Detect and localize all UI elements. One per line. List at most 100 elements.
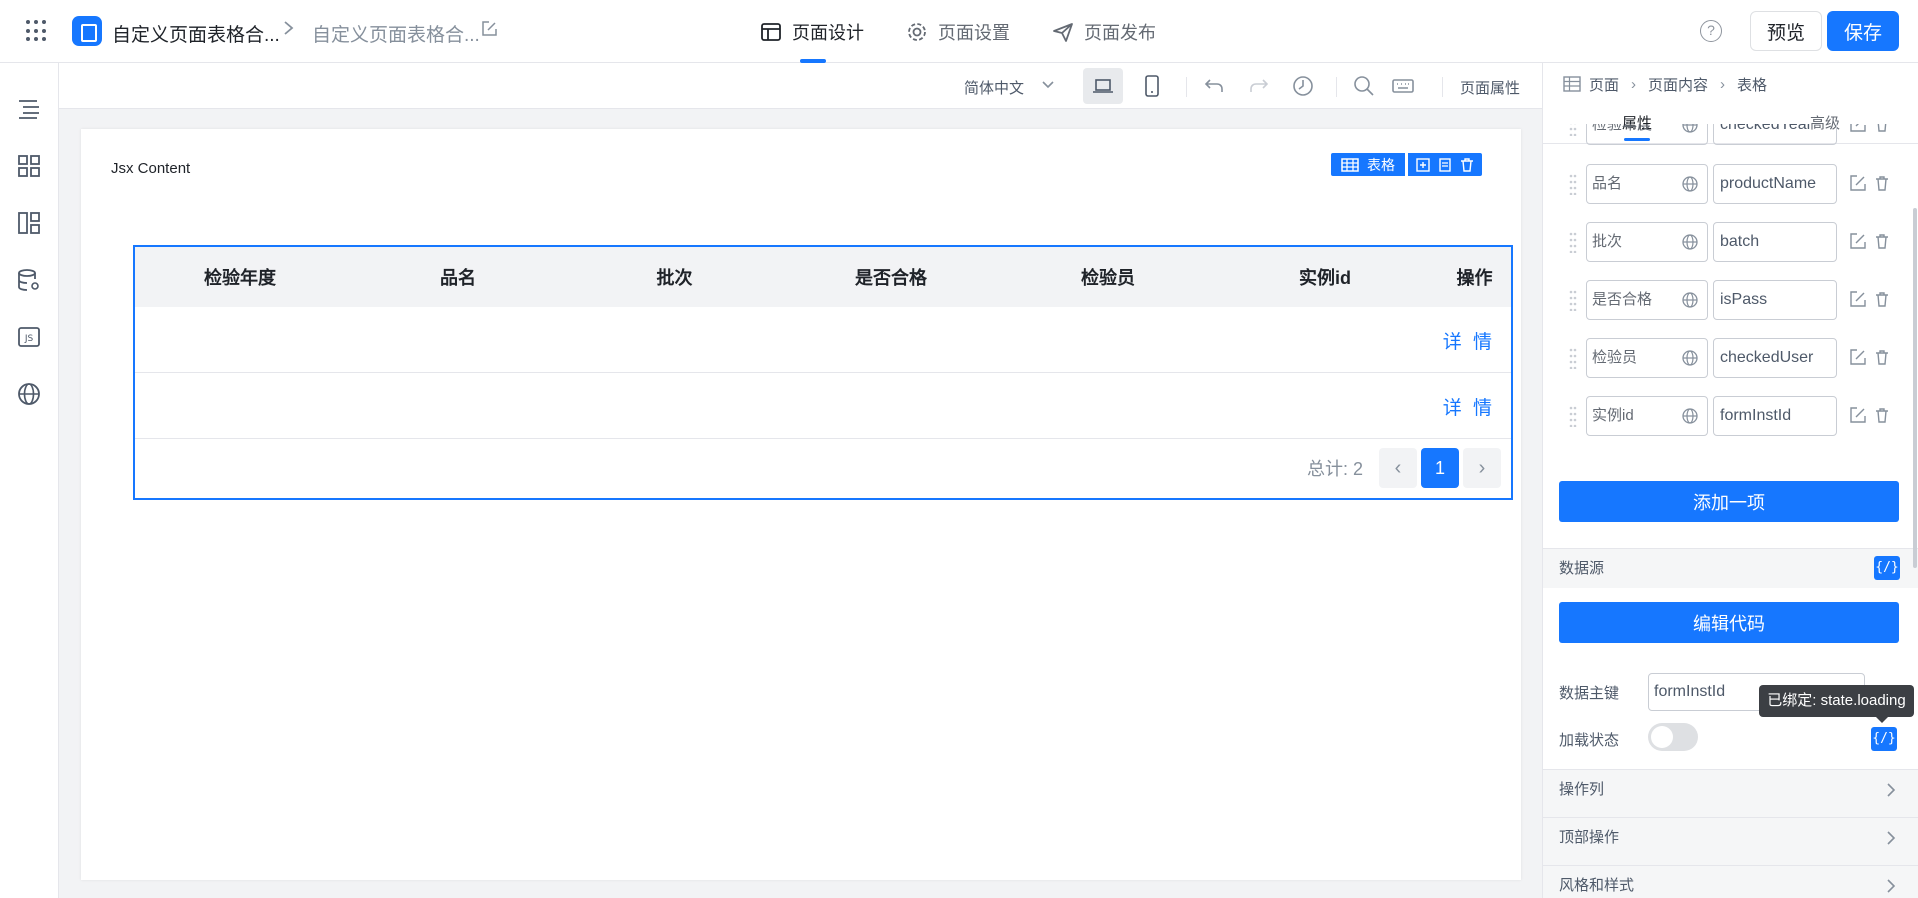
undo-button[interactable] [1194, 68, 1234, 104]
tab-label: 页面设置 [938, 22, 1010, 43]
component-name-tag[interactable]: 表格 [1331, 153, 1405, 176]
column-label-input[interactable]: 是否合格 [1586, 280, 1708, 320]
section-title: 数据源 [1559, 560, 1605, 577]
edit-icon[interactable] [1849, 232, 1867, 250]
code-binding-icon[interactable]: {/} [1874, 556, 1900, 580]
globe-icon[interactable] [16, 381, 42, 407]
loading-toggle[interactable] [1648, 723, 1698, 751]
delete-icon[interactable] [1873, 406, 1891, 424]
column-key-input[interactable]: checkedUser [1713, 338, 1837, 378]
globe-icon[interactable] [1681, 349, 1699, 367]
panel-scrollbar[interactable] [1913, 208, 1917, 568]
data-source-section: 数据源 [1543, 548, 1918, 588]
breadcrumb-item[interactable]: 页面 [1589, 74, 1619, 95]
column-label-input[interactable]: 品名 [1586, 164, 1708, 204]
tab-page-publish[interactable]: 页面发布 [1052, 0, 1156, 63]
mobile-view-button[interactable] [1132, 68, 1172, 104]
edit-icon[interactable] [1849, 406, 1867, 424]
drag-handle-icon[interactable] [1569, 231, 1577, 253]
column-label-input[interactable]: 批次 [1586, 222, 1708, 262]
tab-label: 页面发布 [1084, 22, 1156, 43]
column-key-input[interactable]: formInstId [1713, 396, 1837, 436]
section-action-column[interactable]: 操作列 [1543, 769, 1918, 817]
history-button[interactable] [1283, 68, 1323, 104]
app-title[interactable]: 自定义页面表格合... [112, 20, 280, 47]
search-button[interactable] [1344, 68, 1384, 104]
js-code-icon[interactable]: JS [16, 324, 42, 350]
table-icon [1563, 76, 1581, 92]
chevron-right-icon [1887, 831, 1896, 845]
edit-icon[interactable] [1849, 348, 1867, 366]
column-header: 品名 [440, 268, 476, 288]
keyboard-icon [1392, 79, 1414, 93]
design-canvas: 简体中文 页面属性 检验年度 品名 批次 是否合格 检验员 实例id 操作 详 … [59, 63, 1542, 898]
canvas-toolbar: 简体中文 页面属性 [59, 63, 1542, 109]
app-switcher-icon[interactable] [26, 20, 48, 42]
page-title[interactable]: 自定义页面表格合... [312, 20, 480, 47]
preview-button[interactable]: 预览 [1750, 11, 1822, 51]
column-label: 实例id [1592, 407, 1634, 424]
edit-icon[interactable] [1849, 174, 1867, 192]
column-key-input[interactable]: batch [1713, 222, 1837, 262]
column-key-input[interactable]: isPass [1713, 280, 1837, 320]
chevron-right-icon [1887, 879, 1896, 893]
drag-handle-icon[interactable] [1569, 347, 1577, 369]
page-properties-button[interactable]: 页面属性 [1460, 77, 1520, 98]
chevron-down-icon[interactable] [1040, 75, 1056, 95]
globe-icon[interactable] [1681, 233, 1699, 251]
next-page-button[interactable]: › [1463, 448, 1501, 488]
page-frame: 检验年度 品名 批次 是否合格 检验员 实例id 操作 详 情 详 情 总计: … [81, 129, 1521, 880]
delete-icon[interactable] [1873, 232, 1891, 250]
column-key-input[interactable]: productName [1713, 164, 1837, 204]
section-title: 顶部操作 [1559, 829, 1620, 846]
detail-link[interactable]: 详 情 [1443, 393, 1495, 420]
keyboard-button[interactable] [1383, 68, 1423, 104]
components-grid-icon[interactable] [16, 153, 42, 179]
section-title: 操作列 [1559, 781, 1605, 798]
help-icon[interactable]: ? [1700, 20, 1722, 42]
jsx-content-label: Jsx Content [111, 160, 191, 177]
code-binding-icon[interactable]: {/} [1871, 727, 1897, 751]
globe-icon[interactable] [1681, 407, 1699, 425]
detail-link[interactable]: 详 情 [1443, 327, 1495, 354]
app-logo [72, 16, 102, 46]
add-item-button[interactable]: 添加一项 [1559, 481, 1899, 522]
edit-code-button[interactable]: 编辑代码 [1559, 602, 1899, 643]
edit-icon[interactable] [1849, 290, 1867, 308]
tab-page-design[interactable]: 页面设计 [760, 0, 864, 63]
delete-icon[interactable] [1873, 174, 1891, 192]
delete-icon[interactable] [1873, 348, 1891, 366]
drag-handle-icon[interactable] [1569, 173, 1577, 195]
drag-handle-icon[interactable] [1569, 405, 1577, 427]
breadcrumb-item[interactable]: 页面内容 [1648, 74, 1708, 95]
table-component[interactable]: 检验年度 品名 批次 是否合格 检验员 实例id 操作 详 情 详 情 总计: … [133, 245, 1513, 500]
page-number-button[interactable]: 1 [1421, 448, 1459, 488]
edit-title-icon[interactable] [480, 20, 498, 38]
column-label-input[interactable]: 实例id [1586, 396, 1708, 436]
data-source-icon[interactable] [16, 267, 42, 293]
globe-icon[interactable] [1681, 175, 1699, 193]
language-select[interactable]: 简体中文 [964, 77, 1024, 98]
desktop-view-button[interactable] [1083, 68, 1123, 104]
tab-label: 页面设计 [792, 22, 864, 43]
drag-handle-icon[interactable] [1569, 289, 1577, 311]
component-tag: 表格 [1331, 153, 1482, 176]
toolbar-divider [1336, 77, 1337, 97]
toolbar-divider [1442, 77, 1443, 97]
section-style[interactable]: 风格和样式 [1543, 865, 1918, 898]
gear-icon [908, 22, 926, 41]
svg-text:JS: JS [24, 334, 34, 344]
add-child-icon[interactable] [1414, 156, 1432, 174]
outline-tree-icon[interactable] [16, 96, 42, 122]
delete-icon[interactable] [1458, 156, 1476, 174]
globe-icon[interactable] [1681, 291, 1699, 309]
prev-page-button[interactable]: ‹ [1379, 448, 1417, 488]
save-button[interactable]: 保存 [1827, 11, 1899, 51]
section-top-actions[interactable]: 顶部操作 [1543, 817, 1918, 865]
delete-icon[interactable] [1873, 290, 1891, 308]
column-label-input[interactable]: 检验员 [1586, 338, 1708, 378]
copy-icon[interactable] [1436, 156, 1454, 174]
tab-page-settings[interactable]: 页面设置 [906, 0, 1010, 63]
layout-blocks-icon[interactable] [16, 210, 42, 236]
redo-button[interactable] [1239, 68, 1279, 104]
